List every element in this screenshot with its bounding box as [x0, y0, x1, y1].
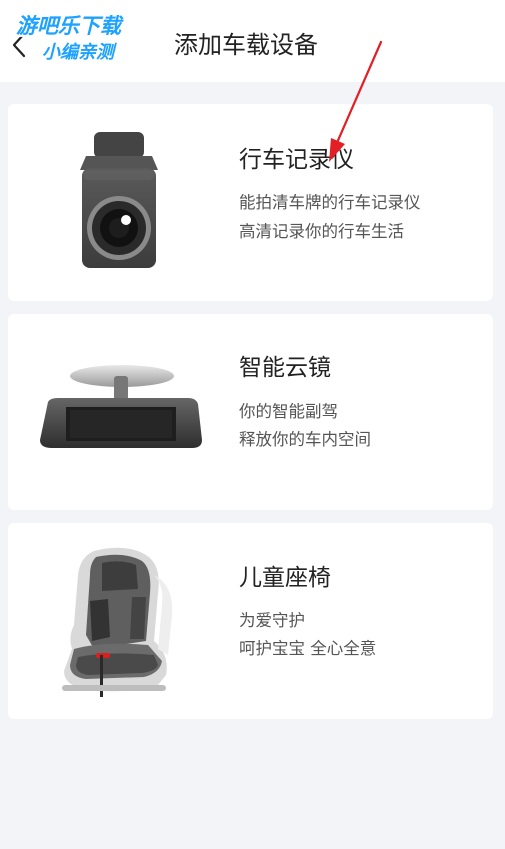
watermark-line-1: 游吧乐下载 — [16, 14, 121, 38]
device-title: 行车记录仪 — [239, 147, 354, 173]
child-seat-icon — [34, 545, 204, 705]
device-title: 儿童座椅 — [239, 565, 331, 591]
watermark-logo: 游吧乐下载 小编亲测 — [14, 8, 154, 66]
device-card-smart-mirror[interactable]: 智能云镜 你的智能副驾 释放你的车内空间 — [8, 314, 493, 510]
smart-mirror-icon — [34, 354, 204, 464]
device-desc-line-2: 高清记录你的行车生活 — [239, 222, 404, 241]
app-header: 添加车载设备 游吧乐下载 小编亲测 — [0, 0, 505, 82]
page-title: 添加车载设备 — [174, 31, 318, 59]
watermark-line-2: 小编亲测 — [42, 42, 114, 63]
device-title: 智能云镜 — [239, 355, 331, 381]
device-card-dashcam[interactable]: 行车记录仪 能拍清车牌的行车记录仪 高清记录你的行车生活 — [8, 104, 493, 301]
device-desc-line-1: 能拍清车牌的行车记录仪 — [239, 193, 421, 212]
device-card-child-seat[interactable]: 儿童座椅 为爱守护 呵护宝宝 全心全意 — [8, 523, 493, 719]
device-desc-line-2: 释放你的车内空间 — [239, 430, 371, 449]
device-desc-line-1: 你的智能副驾 — [239, 402, 338, 421]
device-desc-line-2: 呵护宝宝 全心全意 — [239, 639, 377, 658]
device-desc-line-1: 为爱守护 — [239, 611, 305, 630]
dashcam-icon — [34, 130, 204, 278]
